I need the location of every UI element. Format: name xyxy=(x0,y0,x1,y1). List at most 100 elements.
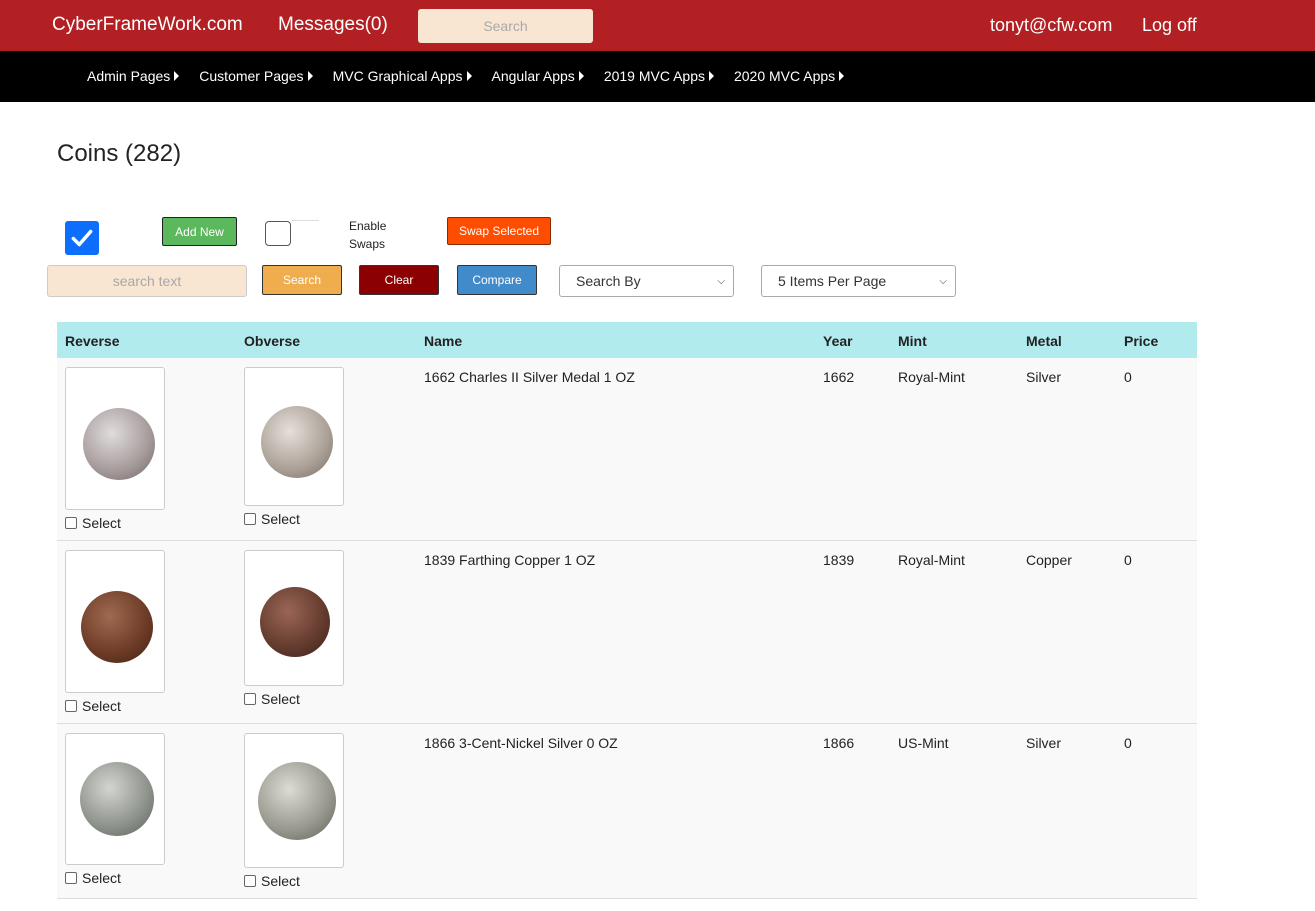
column-header-price: Price xyxy=(1124,333,1159,349)
search-by-value: Search By xyxy=(576,273,641,289)
reverse-image[interactable] xyxy=(65,367,165,510)
caret-right-icon xyxy=(578,71,584,81)
search-by-select[interactable]: Search By ⌵ xyxy=(559,265,734,297)
caret-right-icon xyxy=(307,71,313,81)
page-title: Coins (282) xyxy=(57,140,182,167)
select-label: Select xyxy=(82,870,121,886)
cell-price: 0 xyxy=(1124,369,1132,385)
table-row: Select Select 1839 Farthing Copper 1 OZ … xyxy=(57,541,1197,724)
caret-right-icon xyxy=(708,71,714,81)
menu-item-customer-pages[interactable]: Customer Pages xyxy=(199,68,313,84)
add-new-button[interactable]: Add New xyxy=(162,217,237,246)
select-label: Select xyxy=(82,515,121,531)
obverse-image[interactable] xyxy=(244,367,344,506)
reverse-select-checkbox[interactable]: Select xyxy=(65,870,121,886)
checkbox-icon xyxy=(244,875,256,887)
obverse-image[interactable] xyxy=(244,733,344,868)
select-label: Select xyxy=(261,873,300,889)
search-button[interactable]: Search xyxy=(262,265,342,295)
enable-swaps-label: Enable Swaps xyxy=(349,219,387,251)
enable-swaps-checkbox[interactable] xyxy=(265,221,291,246)
toggle-track xyxy=(292,220,319,221)
checkmark-icon xyxy=(71,229,93,247)
menu-item-angular-apps[interactable]: Angular Apps xyxy=(492,68,584,84)
items-per-page-value: 5 Items Per Page xyxy=(778,273,887,289)
obverse-image[interactable] xyxy=(244,550,344,686)
cell-year: 1662 xyxy=(823,369,855,385)
table-header-row: Reverse Obverse Name Year Mint Metal Pri… xyxy=(57,322,1197,358)
checkbox-icon xyxy=(65,872,77,884)
menu-item-admin-pages[interactable]: Admin Pages xyxy=(87,68,180,84)
items-per-page-select[interactable]: 5 Items Per Page ⌵ xyxy=(761,265,956,297)
table-row: Select Select 1866 3-Cent-Nickel Silver … xyxy=(57,724,1197,899)
obverse-select-checkbox[interactable]: Select xyxy=(244,691,300,707)
column-header-obverse: Obverse xyxy=(244,333,301,349)
table-row: Select Select 1662 Charles II Silver Med… xyxy=(57,358,1197,541)
cell-mint: US-Mint xyxy=(898,735,949,751)
cell-year: 1839 xyxy=(823,552,855,568)
chevron-down-icon: ⌵ xyxy=(717,275,725,287)
menu-list: Admin Pages Customer Pages MVC Graphical… xyxy=(87,68,864,84)
select-label: Select xyxy=(261,511,300,527)
cell-price: 0 xyxy=(1124,552,1132,568)
user-email-link[interactable]: tonyt@cfw.com xyxy=(990,15,1112,36)
cell-name: 1866 3-Cent-Nickel Silver 0 OZ xyxy=(424,735,618,751)
reverse-image[interactable] xyxy=(65,733,165,865)
menu-item-label: Customer Pages xyxy=(199,68,304,84)
column-header-reverse: Reverse xyxy=(65,333,120,349)
menu-item-label: Angular Apps xyxy=(491,68,575,84)
clear-button[interactable]: Clear xyxy=(359,265,439,295)
coin-reverse-image xyxy=(83,408,155,480)
swap-selected-button[interactable]: Swap Selected xyxy=(447,217,551,245)
menu-item-mvc-graphical-apps[interactable]: MVC Graphical Apps xyxy=(333,68,472,84)
column-header-year: Year xyxy=(823,333,853,349)
cell-year: 1866 xyxy=(823,735,855,751)
coins-table: Reverse Obverse Name Year Mint Metal Pri… xyxy=(57,322,1197,899)
menu-item-label: Admin Pages xyxy=(87,68,171,84)
coin-obverse-image xyxy=(260,587,330,657)
cell-price: 0 xyxy=(1124,735,1132,751)
cell-mint: Royal-Mint xyxy=(898,552,965,568)
select-label: Select xyxy=(261,691,300,707)
cell-metal: Silver xyxy=(1026,369,1062,385)
select-label: Select xyxy=(82,698,121,714)
menu-bar: Admin Pages Customer Pages MVC Graphical… xyxy=(0,51,1315,102)
checkbox-icon xyxy=(65,700,77,712)
select-all-checkbox[interactable] xyxy=(65,221,99,255)
obverse-select-checkbox[interactable]: Select xyxy=(244,873,300,889)
cell-metal: Copper xyxy=(1026,552,1072,568)
caret-right-icon xyxy=(174,71,180,81)
menu-item-label: MVC Graphical Apps xyxy=(332,68,463,84)
reverse-select-checkbox[interactable]: Select xyxy=(65,515,121,531)
menu-item-label: 2019 MVC Apps xyxy=(603,68,705,84)
menu-item-2019-mvc-apps[interactable]: 2019 MVC Apps xyxy=(604,68,714,84)
cell-name: 1839 Farthing Copper 1 OZ xyxy=(424,552,596,568)
column-header-mint: Mint xyxy=(898,333,927,349)
chevron-down-icon: ⌵ xyxy=(939,275,947,287)
checkbox-icon xyxy=(244,513,256,525)
menu-item-label: 2020 MVC Apps xyxy=(733,68,836,84)
obverse-select-checkbox[interactable]: Select xyxy=(244,511,300,527)
checkbox-icon xyxy=(65,517,77,529)
coin-reverse-image xyxy=(80,762,154,836)
coin-obverse-image xyxy=(258,762,336,840)
caret-right-icon xyxy=(466,71,472,81)
caret-right-icon xyxy=(839,71,845,81)
top-search-input[interactable] xyxy=(418,9,593,43)
cell-mint: Royal-Mint xyxy=(898,369,965,385)
logoff-link[interactable]: Log off xyxy=(1142,15,1197,36)
compare-button[interactable]: Compare xyxy=(457,265,537,295)
messages-link[interactable]: Messages(0) xyxy=(278,14,388,36)
reverse-image[interactable] xyxy=(65,550,165,693)
cell-name: 1662 Charles II Silver Medal 1 OZ xyxy=(424,369,635,385)
brand-link[interactable]: CyberFrameWork.com xyxy=(52,14,243,36)
column-header-name: Name xyxy=(424,333,463,349)
cell-metal: Silver xyxy=(1026,735,1062,751)
reverse-select-checkbox[interactable]: Select xyxy=(65,698,121,714)
search-text-input[interactable] xyxy=(47,265,247,297)
coin-reverse-image xyxy=(81,591,153,663)
coin-obverse-image xyxy=(261,406,333,478)
checkbox-icon xyxy=(244,693,256,705)
menu-item-2020-mvc-apps[interactable]: 2020 MVC Apps xyxy=(733,68,845,84)
top-navbar: CyberFrameWork.com Messages(0) tonyt@cfw… xyxy=(0,0,1315,51)
